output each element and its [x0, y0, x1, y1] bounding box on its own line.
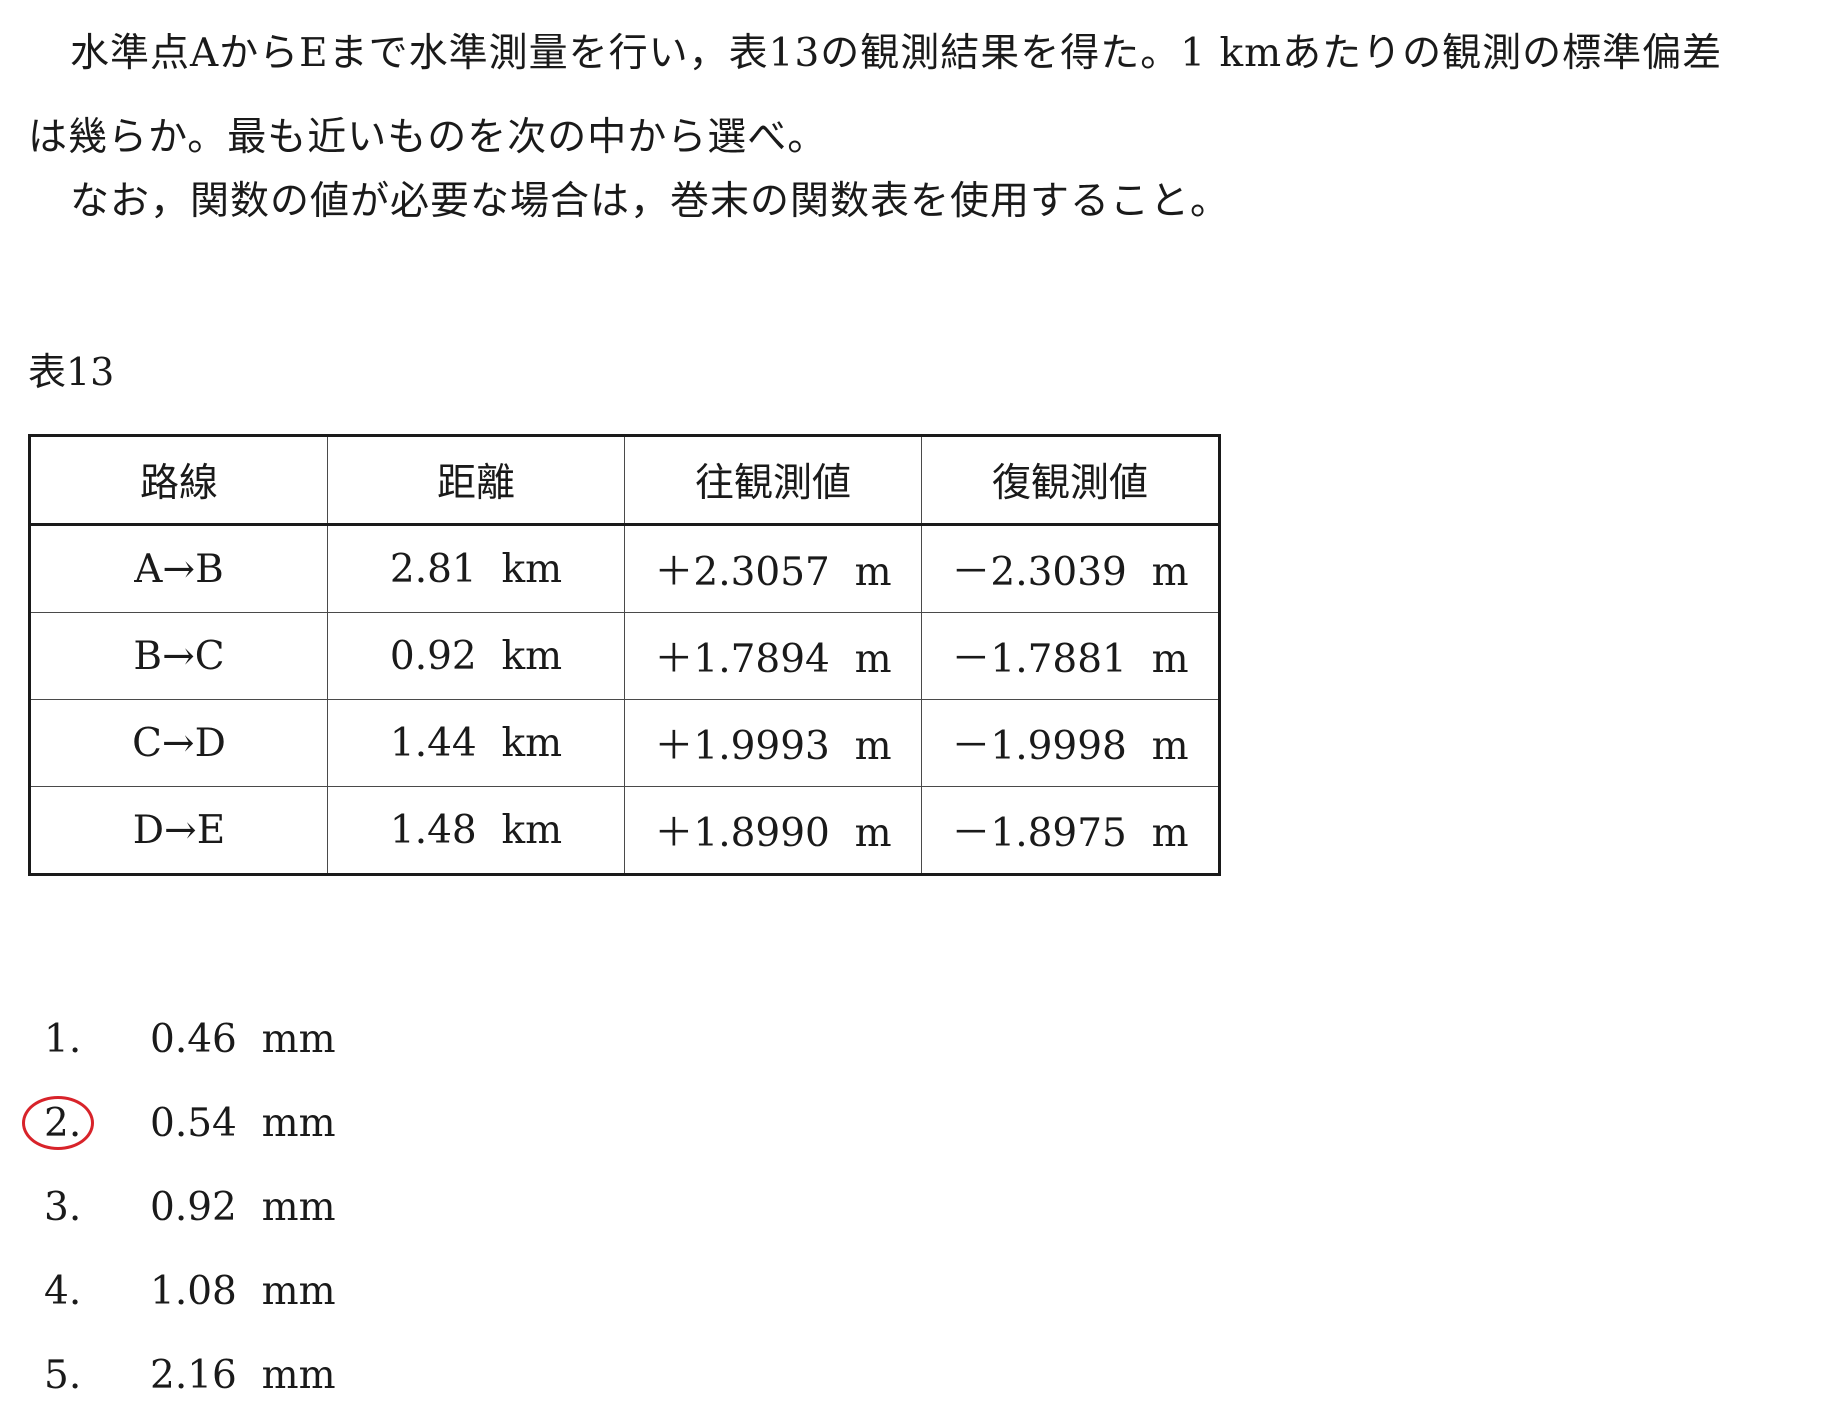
table-row: C→D 1.44 km ＋1.9993 m －1.9998 m — [29, 699, 1220, 787]
choice-item: 4. 1.08 mm — [44, 1250, 336, 1334]
choice-number: 3. — [44, 1185, 82, 1230]
choice-value: 0.92 mm — [150, 1185, 336, 1230]
header-distance: 距離 — [327, 435, 625, 526]
table-row: D→E 1.48 km ＋1.8990 m －1.8975 m — [29, 786, 1220, 875]
cell-distance: 0.92 km — [327, 612, 625, 700]
choice-number: 1. — [44, 1017, 82, 1062]
cell-distance: 1.44 km — [327, 699, 625, 787]
cell-backward: －1.8975 m — [921, 786, 1220, 875]
cell-route: A→B — [29, 524, 328, 613]
choice-item: 1. 0.46 mm — [44, 998, 336, 1082]
table-row: A→B 2.81 km ＋2.3057 m －2.3039 m — [29, 524, 1220, 613]
observation-table: 路線 距離 往観測値 復観測値 A→B 2.81 km ＋2.3057 m －2… — [28, 434, 1221, 876]
choice-value: 0.46 mm — [150, 1017, 336, 1062]
choice-number: 4. — [44, 1269, 82, 1314]
cell-backward: －1.9998 m — [921, 699, 1220, 787]
cell-forward: ＋1.7894 m — [624, 612, 922, 700]
table-caption: 表13 — [28, 350, 115, 394]
cell-forward: ＋1.9993 m — [624, 699, 922, 787]
cell-forward: ＋2.3057 m — [624, 524, 922, 613]
cell-distance: 2.81 km — [327, 524, 625, 613]
header-backward: 復観測値 — [921, 435, 1220, 526]
table-row: B→C 0.92 km ＋1.7894 m －1.7881 m — [29, 612, 1220, 700]
choice-item: 2. 0.54 mm — [22, 1082, 336, 1166]
cell-forward: ＋1.8990 m — [624, 786, 922, 875]
cell-backward: －1.7881 m — [921, 612, 1220, 700]
choice-value: 0.54 mm — [150, 1101, 336, 1146]
choice-number: 2. — [44, 1101, 82, 1146]
question-paragraph: 水準点AからEまで水準測量を行い，表13の観測結果を得た。1 kmあたりの観測の… — [28, 12, 1818, 180]
question-line-1: 水準点AからEまで水準測量を行い，表13の観測結果を得た。1 kmあたりの観測の… — [70, 31, 1723, 76]
cell-backward: －2.3039 m — [921, 524, 1220, 613]
table-header-row: 路線 距離 往観測値 復観測値 — [29, 435, 1220, 526]
answer-choices: 1. 0.46 mm 2. 0.54 mm 3. 0.92 mm 4. 1.08 mm … — [22, 998, 336, 1418]
header-route: 路線 — [29, 435, 328, 526]
question-note: なお，関数の値が必要な場合は，巻末の関数表を使用すること。 — [70, 179, 1231, 224]
question-line-2: は幾らか。最も近いものを次の中から選べ。 — [28, 115, 828, 160]
choice-item: 5. 2.16 mm — [44, 1334, 336, 1418]
cell-distance: 1.48 km — [327, 786, 625, 875]
header-forward: 往観測値 — [624, 435, 922, 526]
choice-number: 5. — [44, 1353, 82, 1398]
cell-route: C→D — [29, 699, 328, 787]
choice-item: 3. 0.92 mm — [44, 1166, 336, 1250]
cell-route: B→C — [29, 612, 328, 700]
cell-route: D→E — [29, 786, 328, 875]
choice-value: 2.16 mm — [150, 1353, 336, 1398]
choice-value: 1.08 mm — [150, 1269, 336, 1314]
